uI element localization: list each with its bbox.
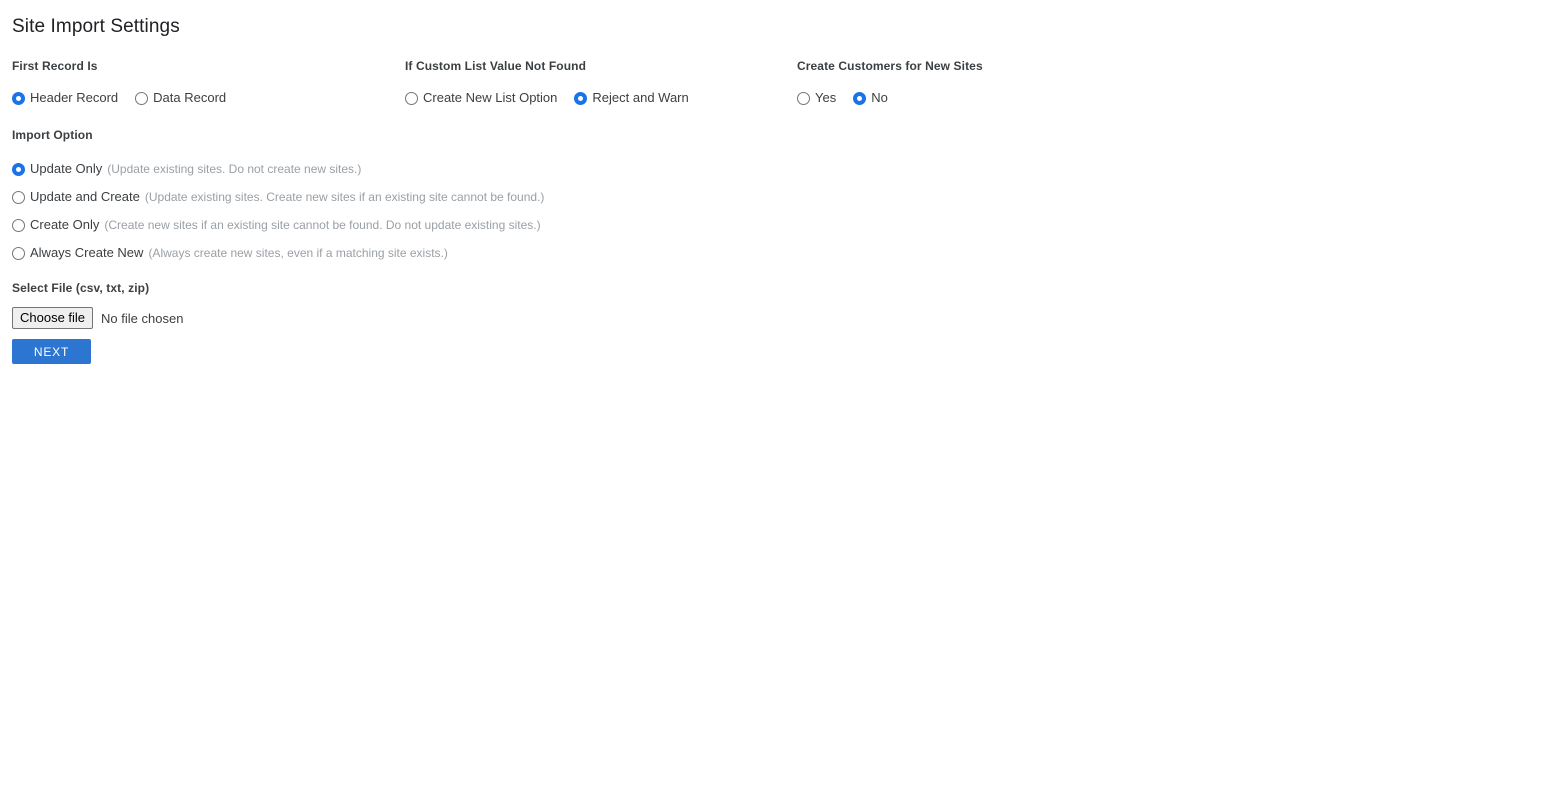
option-always-create-new[interactable]: Always Create New (Always create new sit…: [12, 243, 544, 263]
radio-reject-and-warn[interactable]: Reject and Warn: [574, 90, 689, 106]
radio-create-customers-no-label: No: [871, 90, 888, 105]
custom-list-group: If Custom List Value Not Found Create Ne…: [405, 59, 689, 106]
option-update-only-glyph[interactable]: [12, 162, 25, 176]
radio-reject-and-warn-label: Reject and Warn: [592, 90, 689, 105]
radio-data-record[interactable]: Data Record: [135, 90, 226, 106]
radio-create-customers-yes-label: Yes: [815, 90, 837, 105]
page-title: Site Import Settings: [12, 16, 180, 37]
option-create-only-description: (Create new sites if an existing site ca…: [104, 218, 541, 232]
option-update-only-description: (Update existing sites. Do not create ne…: [107, 162, 362, 176]
select-file-label: Select File (csv, txt, zip): [12, 281, 150, 295]
choose-file-button[interactable]: Choose file: [12, 307, 94, 329]
radio-create-customers-yes-glyph[interactable]: [797, 91, 810, 105]
file-input-row: Choose file No file chosen: [12, 307, 183, 329]
site-import-settings-page: Site Import Settings First Record Is Hea…: [0, 0, 1553, 805]
import-option-group: Import Option Update Only (Update existi…: [12, 128, 544, 263]
option-update-and-create-description: (Update existing sites. Create new sites…: [144, 190, 545, 204]
create-customers-radio-row: Yes No: [797, 90, 983, 106]
first-record-radio-row: Header Record Data Record: [12, 90, 226, 106]
custom-list-radio-row: Create New List Option Reject and Warn: [405, 90, 689, 106]
option-update-only[interactable]: Update Only (Update existing sites. Do n…: [12, 159, 544, 179]
radio-create-new-list-option-label: Create New List Option: [423, 90, 558, 105]
radio-create-customers-yes[interactable]: Yes: [797, 90, 836, 106]
option-update-and-create-name: Update and Create: [30, 189, 140, 204]
option-update-and-create-glyph[interactable]: [12, 190, 25, 204]
radio-create-customers-no-glyph[interactable]: [853, 91, 867, 105]
import-option-label: Import Option: [12, 128, 93, 142]
option-create-only-glyph[interactable]: [12, 218, 25, 232]
radio-create-new-list-option-glyph[interactable]: [405, 91, 418, 105]
option-always-create-new-name: Always Create New: [30, 245, 144, 260]
option-always-create-new-glyph[interactable]: [12, 246, 25, 260]
first-record-label: First Record Is: [12, 59, 98, 73]
radio-header-record-glyph[interactable]: [12, 91, 25, 105]
option-update-only-name: Update Only: [30, 161, 103, 176]
radio-reject-and-warn-glyph[interactable]: [574, 91, 588, 105]
next-button[interactable]: NEXT: [12, 339, 91, 364]
option-create-only[interactable]: Create Only (Create new sites if an exis…: [12, 215, 544, 235]
radio-header-record-label: Header Record: [30, 90, 119, 105]
radio-data-record-glyph[interactable]: [135, 91, 149, 105]
create-customers-group: Create Customers for New Sites Yes No: [797, 59, 983, 106]
option-update-and-create[interactable]: Update and Create (Update existing sites…: [12, 187, 544, 207]
option-always-create-new-description: (Always create new sites, even if a matc…: [148, 246, 448, 260]
select-file-group: Select File (csv, txt, zip) Choose file …: [12, 281, 183, 329]
first-record-group: First Record Is Header Record Data Recor…: [12, 59, 226, 106]
option-create-only-name: Create Only: [30, 217, 100, 232]
radio-data-record-label: Data Record: [153, 90, 227, 105]
file-chosen-status: No file chosen: [101, 310, 184, 326]
import-option-list: Update Only (Update existing sites. Do n…: [12, 159, 544, 263]
custom-list-label: If Custom List Value Not Found: [405, 59, 586, 73]
create-customers-label: Create Customers for New Sites: [797, 59, 983, 73]
radio-create-new-list-option[interactable]: Create New List Option: [405, 90, 557, 106]
radio-create-customers-no[interactable]: No: [853, 90, 888, 106]
radio-header-record[interactable]: Header Record: [12, 90, 118, 106]
